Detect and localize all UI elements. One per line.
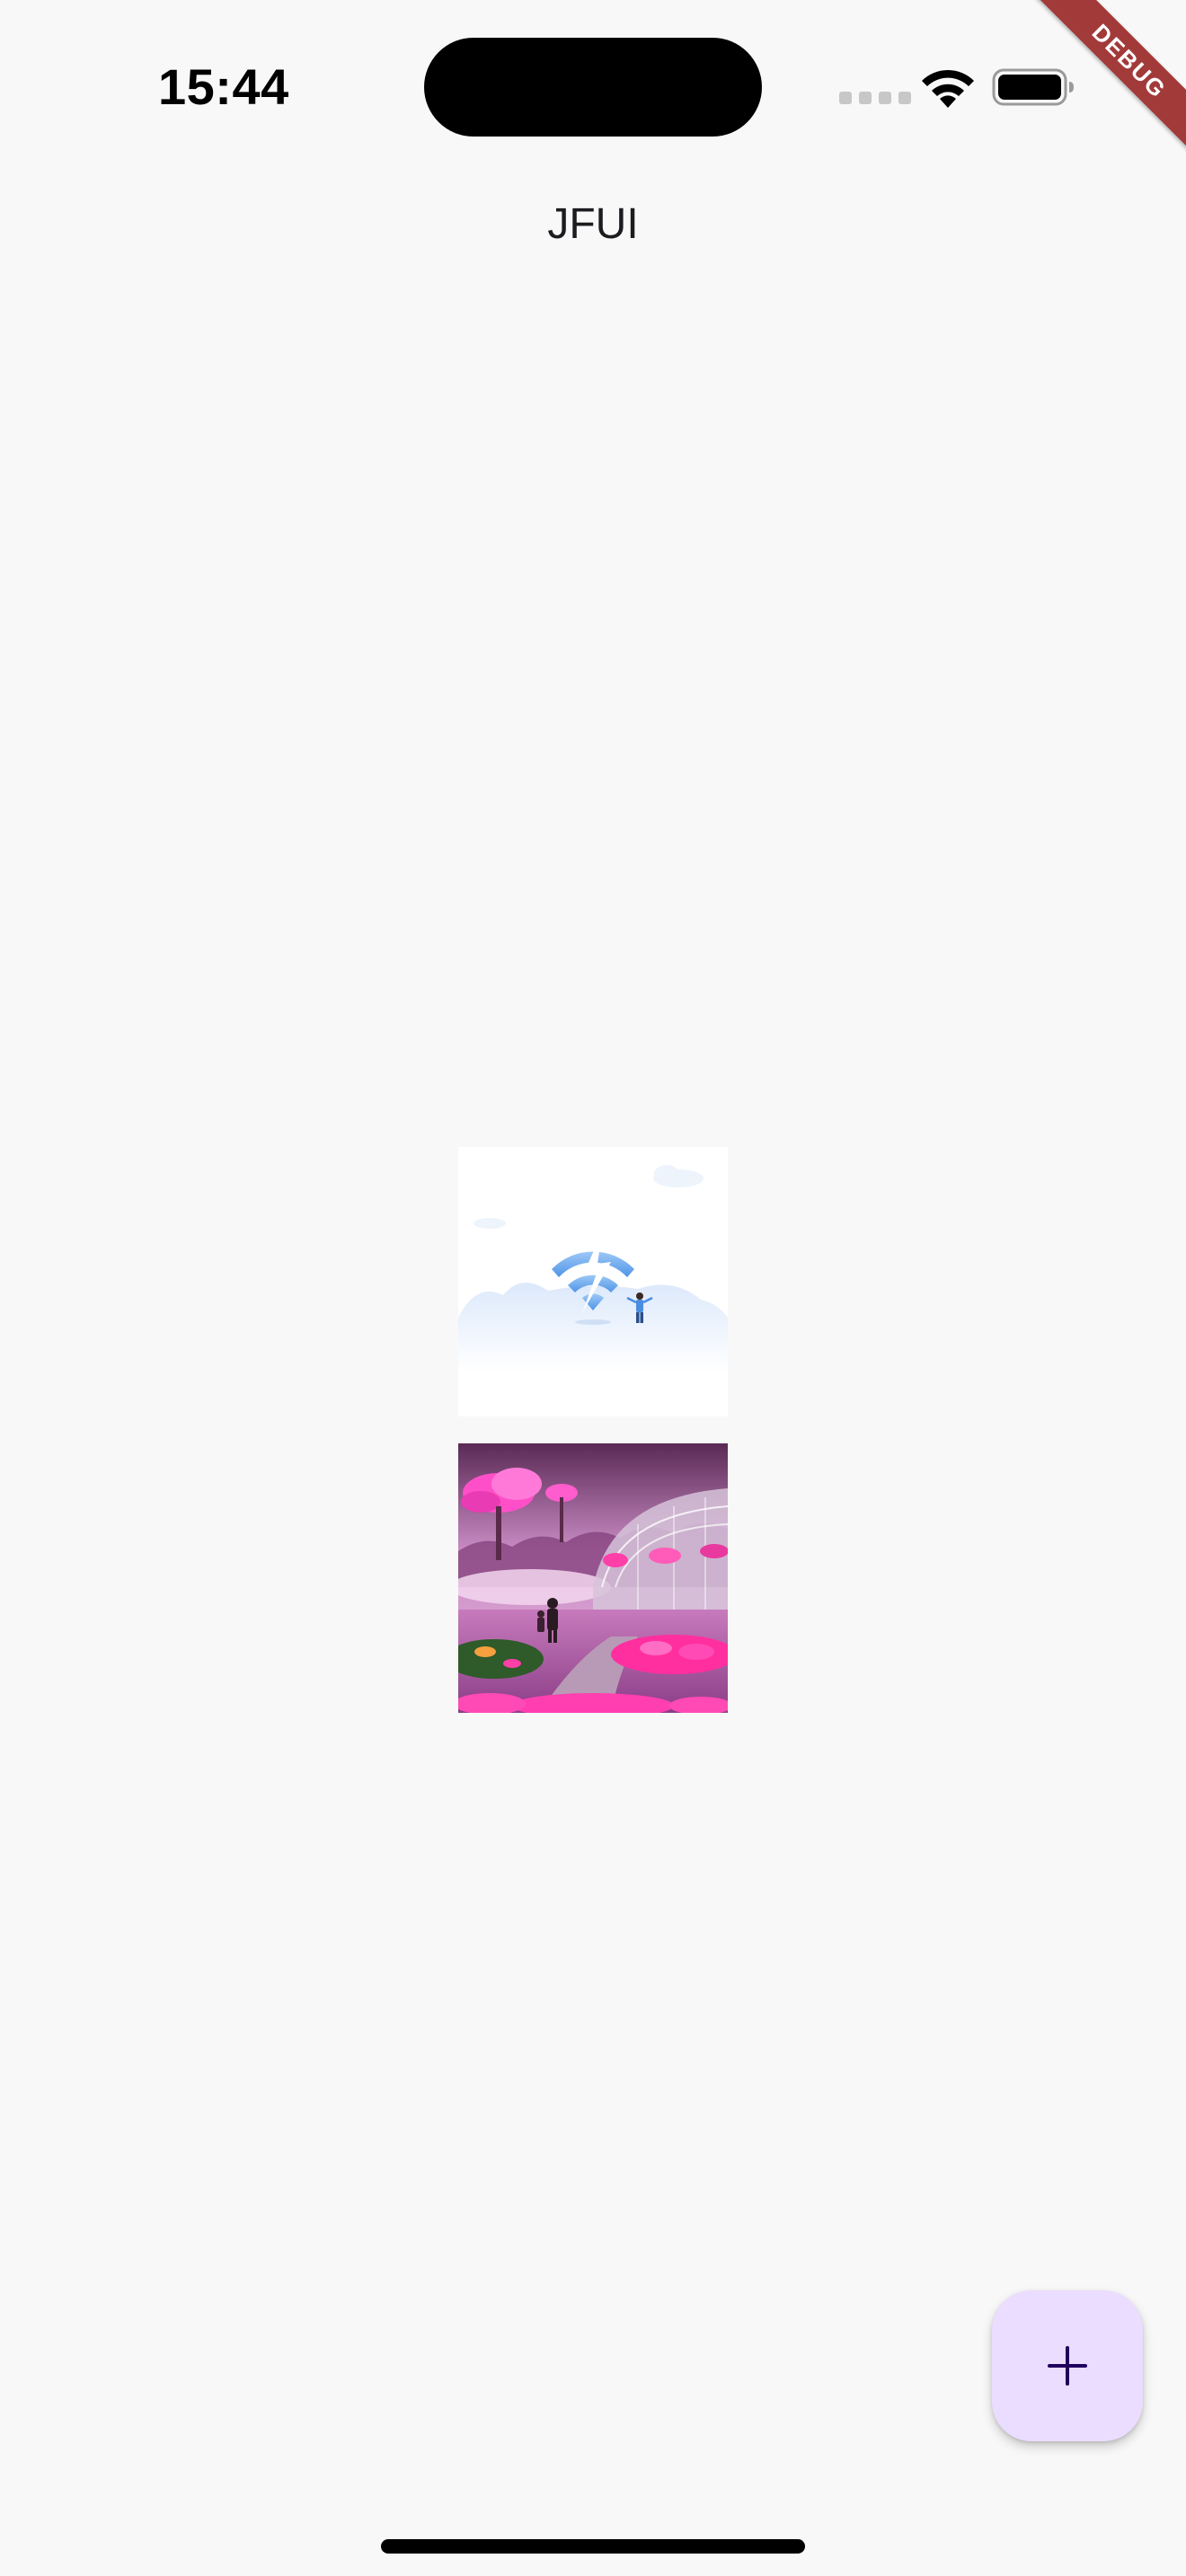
wifi-icon [922,69,974,108]
debug-banner-label: DEBUG [1022,0,1186,168]
home-indicator[interactable] [381,2539,805,2554]
signal-dots-icon [839,92,911,104]
status-time: 15:44 [158,58,289,115]
app-bar-title: JFUI [547,200,639,248]
dynamic-island [424,38,762,137]
add-fab-button[interactable] [992,2290,1143,2441]
plus-icon [1048,2346,1087,2386]
pink-fantasy-garden [458,1443,728,1713]
no-wifi-illustration [458,1147,728,1416]
debug-banner: DEBUG [1006,0,1186,180]
